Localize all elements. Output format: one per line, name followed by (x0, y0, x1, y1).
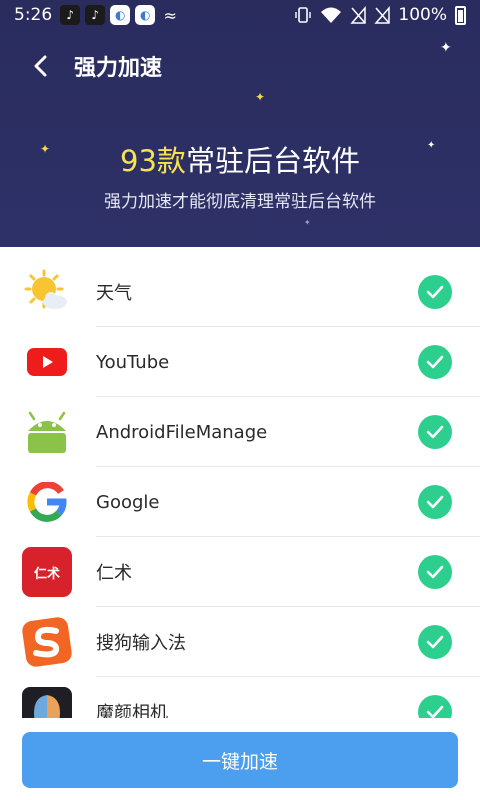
star-icon: ✦ (304, 218, 311, 227)
list-item[interactable]: AndroidFileManage (0, 397, 480, 467)
app-name: Google (96, 491, 160, 513)
browser-icon: ◐ (110, 5, 131, 25)
star-icon: ✦ (255, 90, 266, 104)
vibrate-icon (295, 7, 312, 23)
list-item[interactable]: YouTube (0, 327, 480, 397)
app-name: AndroidFileManage (96, 421, 268, 443)
headline: 93款常驻后台软件 (0, 138, 480, 180)
checkmark-icon[interactable] (418, 555, 452, 589)
bird-icon: ≈ (163, 5, 177, 25)
wifi-icon (321, 7, 342, 23)
checkmark-icon[interactable] (418, 345, 452, 379)
bottom-action-bar: 一键加速 (0, 718, 480, 800)
weather-icon (22, 267, 72, 317)
renshu-icon: 仁术 (22, 547, 72, 597)
back-arrow-icon[interactable] (16, 42, 66, 90)
star-icon: ✦ (440, 40, 452, 56)
headline-subtitle: 强力加速才能彻底清理常驻后台软件 (104, 192, 376, 212)
renshu-icon-text: 仁术 (22, 547, 72, 597)
status-bar: 5:26 ♪ ♪ ◐ ◐ ≈ 100% (0, 0, 480, 30)
checkmark-icon[interactable] (418, 485, 452, 519)
headline-count: 93款 (120, 144, 186, 178)
no-sim-icon (374, 6, 391, 24)
app-name: 搜狗输入法 (96, 633, 186, 654)
list-item[interactable]: 天气 (0, 257, 480, 327)
sogou-icon (22, 617, 72, 667)
headline-text: 常驻后台软件 (185, 144, 360, 178)
list-item[interactable]: 搜狗输入法 (0, 607, 480, 677)
list-item[interactable]: Google (0, 467, 480, 537)
checkmark-icon[interactable] (418, 625, 452, 659)
boost-button[interactable]: 一键加速 (22, 732, 458, 788)
app-name: 仁术 (96, 563, 132, 584)
tiktok-icon: ♪ (85, 5, 106, 25)
app-name: 天气 (96, 283, 132, 304)
status-time: 5:26 (14, 5, 53, 25)
list-item[interactable]: 仁术 仁术 (0, 537, 480, 607)
header-banner: 5:26 ♪ ♪ ◐ ◐ ≈ 100% 强力加速 ✦ ✦ ✦ ✦ ✦ 93款常驻… (0, 0, 480, 247)
battery-icon (455, 5, 466, 25)
status-icons: 100% (294, 5, 466, 25)
title-bar: 强力加速 (0, 42, 480, 90)
youtube-icon (22, 337, 72, 387)
battery-percent: 100% (398, 5, 447, 25)
app-list: 天气 YouTube AndroidFileManage Google 仁术 仁… (0, 257, 480, 747)
no-sim-icon (350, 6, 367, 24)
google-icon (22, 477, 72, 527)
browser-icon: ◐ (135, 5, 156, 25)
page-title: 强力加速 (74, 56, 163, 81)
checkmark-icon[interactable] (418, 275, 452, 309)
android-icon (22, 407, 72, 457)
tiktok-icon: ♪ (60, 5, 81, 25)
app-name: YouTube (96, 351, 170, 373)
checkmark-icon[interactable] (418, 415, 452, 449)
